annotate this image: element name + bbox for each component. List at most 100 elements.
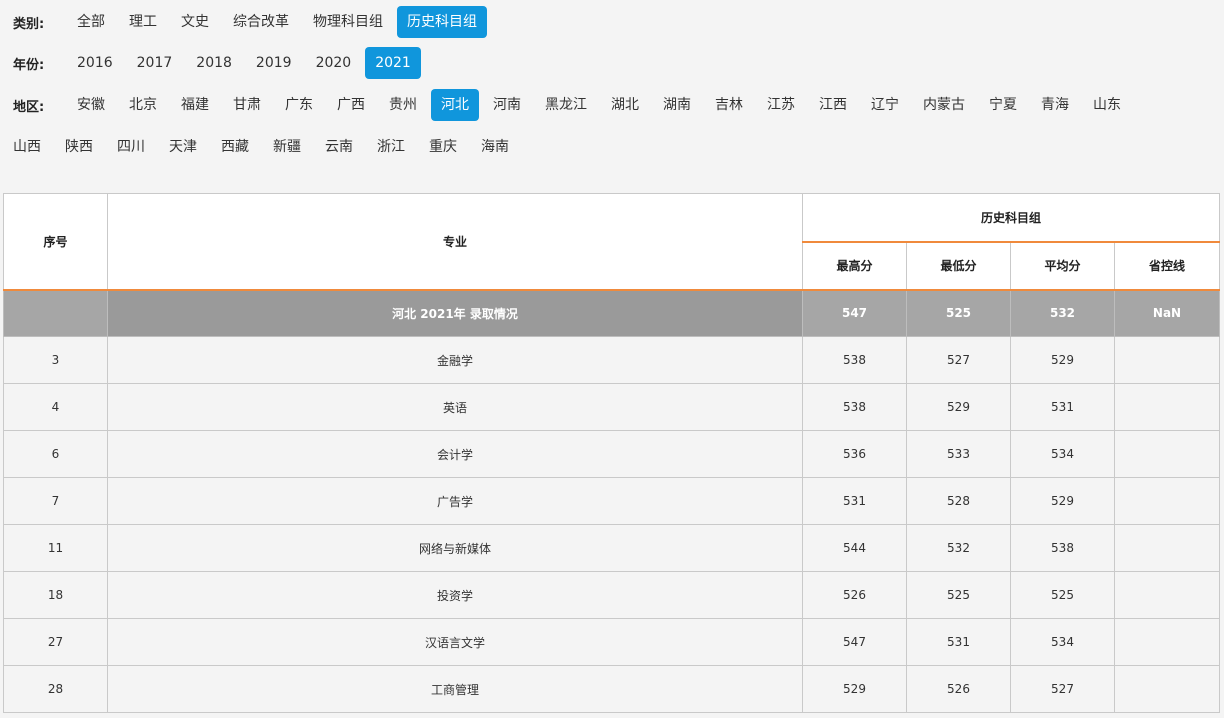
region-option[interactable]: 广东 bbox=[275, 89, 323, 121]
region-option[interactable]: 河北 bbox=[431, 89, 479, 121]
row-control-cell bbox=[1113, 477, 1221, 525]
region-option[interactable]: 山西 bbox=[3, 131, 51, 163]
year-option[interactable]: 2021 bbox=[365, 47, 421, 79]
header-control-line: 省控线 bbox=[1113, 241, 1221, 291]
row-avg-cell: 531 bbox=[1010, 383, 1115, 431]
row-min-cell: 529 bbox=[906, 383, 1011, 431]
row-max-cell: 531 bbox=[802, 477, 907, 525]
region-option[interactable]: 湖北 bbox=[601, 89, 649, 121]
region-option[interactable]: 北京 bbox=[119, 89, 167, 121]
region-option[interactable]: 青海 bbox=[1031, 89, 1079, 121]
row-max-cell: 538 bbox=[802, 336, 907, 384]
region-option[interactable]: 四川 bbox=[107, 131, 155, 163]
region-option[interactable]: 江苏 bbox=[757, 89, 805, 121]
category-option[interactable]: 文史 bbox=[171, 6, 219, 38]
header-avg-score: 平均分 bbox=[1010, 241, 1115, 291]
table-row: 6 会计学 536 533 534 bbox=[3, 430, 1221, 478]
region-option[interactable]: 天津 bbox=[159, 131, 207, 163]
region-option[interactable]: 福建 bbox=[171, 89, 219, 121]
table-row: 7 广告学 531 528 529 bbox=[3, 477, 1221, 525]
row-min-cell: 526 bbox=[906, 665, 1011, 713]
row-index-cell: 7 bbox=[3, 477, 108, 525]
summary-control: NaN bbox=[1113, 289, 1221, 337]
region-option[interactable]: 甘肃 bbox=[223, 89, 271, 121]
row-major-cell: 投资学 bbox=[107, 571, 803, 619]
summary-index bbox=[3, 289, 108, 337]
header-major: 专业 bbox=[107, 193, 803, 291]
region-option[interactable]: 西藏 bbox=[211, 131, 259, 163]
region-option[interactable]: 海南 bbox=[471, 131, 519, 163]
row-index-cell: 6 bbox=[3, 430, 108, 478]
region-option[interactable]: 陕西 bbox=[55, 131, 103, 163]
year-option[interactable]: 2018 bbox=[186, 47, 242, 79]
row-max-cell: 536 bbox=[802, 430, 907, 478]
row-control-cell bbox=[1113, 430, 1221, 478]
header-subject-group: 历史科目组 bbox=[801, 193, 1221, 243]
category-option[interactable]: 理工 bbox=[119, 6, 167, 38]
region-option[interactable]: 江西 bbox=[809, 89, 857, 121]
year-option[interactable]: 2020 bbox=[306, 47, 362, 79]
row-avg-cell: 529 bbox=[1010, 336, 1115, 384]
row-major-cell: 英语 bbox=[107, 383, 803, 431]
table-row: 4 英语 538 529 531 bbox=[3, 383, 1221, 431]
table-row: 28 工商管理 529 526 527 bbox=[3, 665, 1221, 713]
region-option[interactable]: 重庆 bbox=[419, 131, 467, 163]
row-control-cell bbox=[1113, 571, 1221, 619]
category-filter-row: 类别: 全部 理工 文史 综合改革 物理科目组 历史科目组 bbox=[0, 6, 491, 38]
row-index-cell: 4 bbox=[3, 383, 108, 431]
table-row: 18 投资学 526 525 525 bbox=[3, 571, 1221, 619]
summary-avg: 532 bbox=[1010, 289, 1115, 337]
region-filter-row-2: 山西 陕西 四川 天津 西藏 新疆 云南 浙江 重庆 海南 bbox=[3, 131, 523, 163]
region-option[interactable]: 山东 bbox=[1083, 89, 1131, 121]
row-control-cell bbox=[1113, 665, 1221, 713]
region-option[interactable]: 黑龙江 bbox=[535, 89, 597, 121]
row-avg-cell: 527 bbox=[1010, 665, 1115, 713]
row-min-cell: 533 bbox=[906, 430, 1011, 478]
category-option[interactable]: 综合改革 bbox=[223, 6, 299, 38]
region-option[interactable]: 辽宁 bbox=[861, 89, 909, 121]
region-option[interactable]: 河南 bbox=[483, 89, 531, 121]
summary-row: 河北 2021年 录取情况 547 525 532 NaN bbox=[3, 289, 1221, 337]
row-min-cell: 527 bbox=[906, 336, 1011, 384]
row-major-cell: 工商管理 bbox=[107, 665, 803, 713]
region-option[interactable]: 贵州 bbox=[379, 89, 427, 121]
row-max-cell: 529 bbox=[802, 665, 907, 713]
row-min-cell: 532 bbox=[906, 524, 1011, 572]
row-index-cell: 28 bbox=[3, 665, 108, 713]
region-option[interactable]: 湖南 bbox=[653, 89, 701, 121]
region-option[interactable]: 宁夏 bbox=[979, 89, 1027, 121]
category-option[interactable]: 全部 bbox=[67, 6, 115, 38]
year-option[interactable]: 2016 bbox=[67, 47, 123, 79]
summary-title: 河北 2021年 录取情况 bbox=[107, 289, 803, 337]
region-filter-row: 地区: 安徽 北京 福建 甘肃 广东 广西 贵州 河北 河南 黑龙江 湖北 湖南 吉林 江苏 江西 辽宁 内蒙古… bbox=[0, 89, 1135, 121]
region-option[interactable]: 安徽 bbox=[67, 89, 115, 121]
row-max-cell: 547 bbox=[802, 618, 907, 666]
row-major-cell: 汉语言文学 bbox=[107, 618, 803, 666]
row-index-cell: 11 bbox=[3, 524, 108, 572]
row-control-cell bbox=[1113, 524, 1221, 572]
admission-table: 序号 专业 历史科目组 最高分 最低分 平均分 省控线 河北 2021年 录取情… bbox=[3, 193, 1221, 713]
region-option[interactable]: 内蒙古 bbox=[913, 89, 975, 121]
region-option[interactable]: 浙江 bbox=[367, 131, 415, 163]
row-avg-cell: 525 bbox=[1010, 571, 1115, 619]
region-option[interactable]: 云南 bbox=[315, 131, 363, 163]
table-row: 27 汉语言文学 547 531 534 bbox=[3, 618, 1221, 666]
year-option[interactable]: 2017 bbox=[127, 47, 183, 79]
row-min-cell: 525 bbox=[906, 571, 1011, 619]
row-avg-cell: 534 bbox=[1010, 618, 1115, 666]
row-major-cell: 会计学 bbox=[107, 430, 803, 478]
year-option[interactable]: 2019 bbox=[246, 47, 302, 79]
category-option[interactable]: 物理科目组 bbox=[303, 6, 393, 38]
row-major-cell: 广告学 bbox=[107, 477, 803, 525]
table-row: 11 网络与新媒体 544 532 538 bbox=[3, 524, 1221, 572]
region-option[interactable]: 吉林 bbox=[705, 89, 753, 121]
row-control-cell bbox=[1113, 336, 1221, 384]
region-option[interactable]: 广西 bbox=[327, 89, 375, 121]
region-option[interactable]: 新疆 bbox=[263, 131, 311, 163]
row-max-cell: 526 bbox=[802, 571, 907, 619]
summary-max: 547 bbox=[802, 289, 907, 337]
row-major-cell: 网络与新媒体 bbox=[107, 524, 803, 572]
region-label: 地区: bbox=[13, 99, 45, 115]
row-index-cell: 18 bbox=[3, 571, 108, 619]
category-option[interactable]: 历史科目组 bbox=[397, 6, 487, 38]
